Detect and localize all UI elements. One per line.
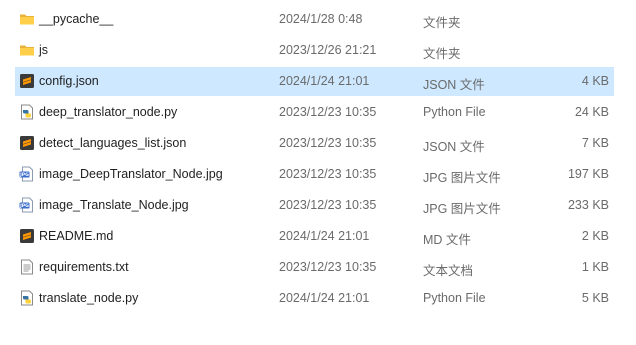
file-type: JPG 图片文件 xyxy=(423,171,501,185)
python-file-icon xyxy=(21,290,33,306)
sublime-file-icon xyxy=(20,136,34,150)
text-file-icon xyxy=(21,259,33,275)
file-name: config.json xyxy=(39,74,99,88)
file-row-image-translate-node-jpg[interactable]: JPG image_Translate_Node.jpg 2023/12/23 … xyxy=(0,190,636,221)
file-size: 2 KB xyxy=(581,229,609,243)
jpg-file-icon: JPG xyxy=(19,166,33,182)
python-file-icon xyxy=(21,104,33,120)
sublime-file-icon xyxy=(20,74,34,88)
file-row-detect-languages-list-json[interactable]: detect_languages_list.json 2023/12/23 10… xyxy=(0,128,636,159)
file-row-readme-md[interactable]: README.md 2024/1/24 21:01 MD 文件 2 KB xyxy=(0,221,636,252)
file-name: __pycache__ xyxy=(39,12,114,26)
file-row-image-deeptranslator-node-jpg[interactable]: JPG image_DeepTranslator_Node.jpg 2023/1… xyxy=(0,159,636,190)
svg-text:JPG: JPG xyxy=(19,203,29,209)
file-row-config-json[interactable]: config.json 2024/1/24 21:01 JSON 文件 4 KB xyxy=(0,66,636,97)
file-size: 7 KB xyxy=(581,136,609,150)
file-row-translate-node-py[interactable]: translate_node.py 2024/1/24 21:01 Python… xyxy=(0,283,636,314)
file-date: 2023/12/23 10:35 xyxy=(279,105,377,119)
sublime-file-icon xyxy=(20,229,34,243)
file-type: Python File xyxy=(423,291,486,305)
file-name: image_Translate_Node.jpg xyxy=(39,198,189,212)
file-name: image_DeepTranslator_Node.jpg xyxy=(39,167,223,181)
file-list: __pycache__ 2024/1/28 0:48 文件夹 js 2023/1… xyxy=(0,4,636,314)
file-size: 5 KB xyxy=(581,291,609,305)
file-type: JPG 图片文件 xyxy=(423,202,501,216)
file-name: README.md xyxy=(39,229,114,243)
file-type: JSON 文件 xyxy=(423,78,485,92)
file-row-requirements-txt[interactable]: requirements.txt 2023/12/23 10:35 文本文档 1… xyxy=(0,252,636,283)
file-type: 文件夹 xyxy=(423,16,461,30)
svg-text:JPG: JPG xyxy=(19,172,29,178)
file-row-deep-translator-node-py[interactable]: deep_translator_node.py 2023/12/23 10:35… xyxy=(0,97,636,128)
file-type: Python File xyxy=(423,105,486,119)
file-date: 2024/1/28 0:48 xyxy=(279,12,363,26)
file-row-js[interactable]: js 2023/12/26 21:21 文件夹 xyxy=(0,35,636,66)
file-type: MD 文件 xyxy=(423,233,471,247)
file-date: 2023/12/26 21:21 xyxy=(279,43,377,57)
file-name: detect_languages_list.json xyxy=(39,136,187,150)
file-name: translate_node.py xyxy=(39,291,139,305)
file-size: 24 KB xyxy=(574,105,609,119)
file-type: 文件夹 xyxy=(423,47,461,61)
file-row-pycache[interactable]: __pycache__ 2024/1/28 0:48 文件夹 xyxy=(0,4,636,35)
file-date: 2023/12/23 10:35 xyxy=(279,260,377,274)
file-date: 2024/1/24 21:01 xyxy=(279,291,370,305)
file-name: requirements.txt xyxy=(39,260,129,274)
file-size: 233 KB xyxy=(567,198,609,212)
file-size: 4 KB xyxy=(581,74,609,88)
file-date: 2024/1/24 21:01 xyxy=(279,229,370,243)
file-size: 197 KB xyxy=(567,167,609,181)
file-date: 2024/1/24 21:01 xyxy=(279,74,370,88)
file-name: deep_translator_node.py xyxy=(39,105,178,119)
file-date: 2023/12/23 10:35 xyxy=(279,198,377,212)
file-name: js xyxy=(39,43,49,57)
jpg-file-icon: JPG xyxy=(19,197,33,213)
file-date: 2023/12/23 10:35 xyxy=(279,136,377,150)
file-date: 2023/12/23 10:35 xyxy=(279,167,377,181)
file-size: 1 KB xyxy=(581,260,609,274)
file-type: JSON 文件 xyxy=(423,140,485,154)
file-type: 文本文档 xyxy=(423,264,474,278)
folder-icon xyxy=(20,14,34,25)
folder-icon xyxy=(20,45,34,56)
